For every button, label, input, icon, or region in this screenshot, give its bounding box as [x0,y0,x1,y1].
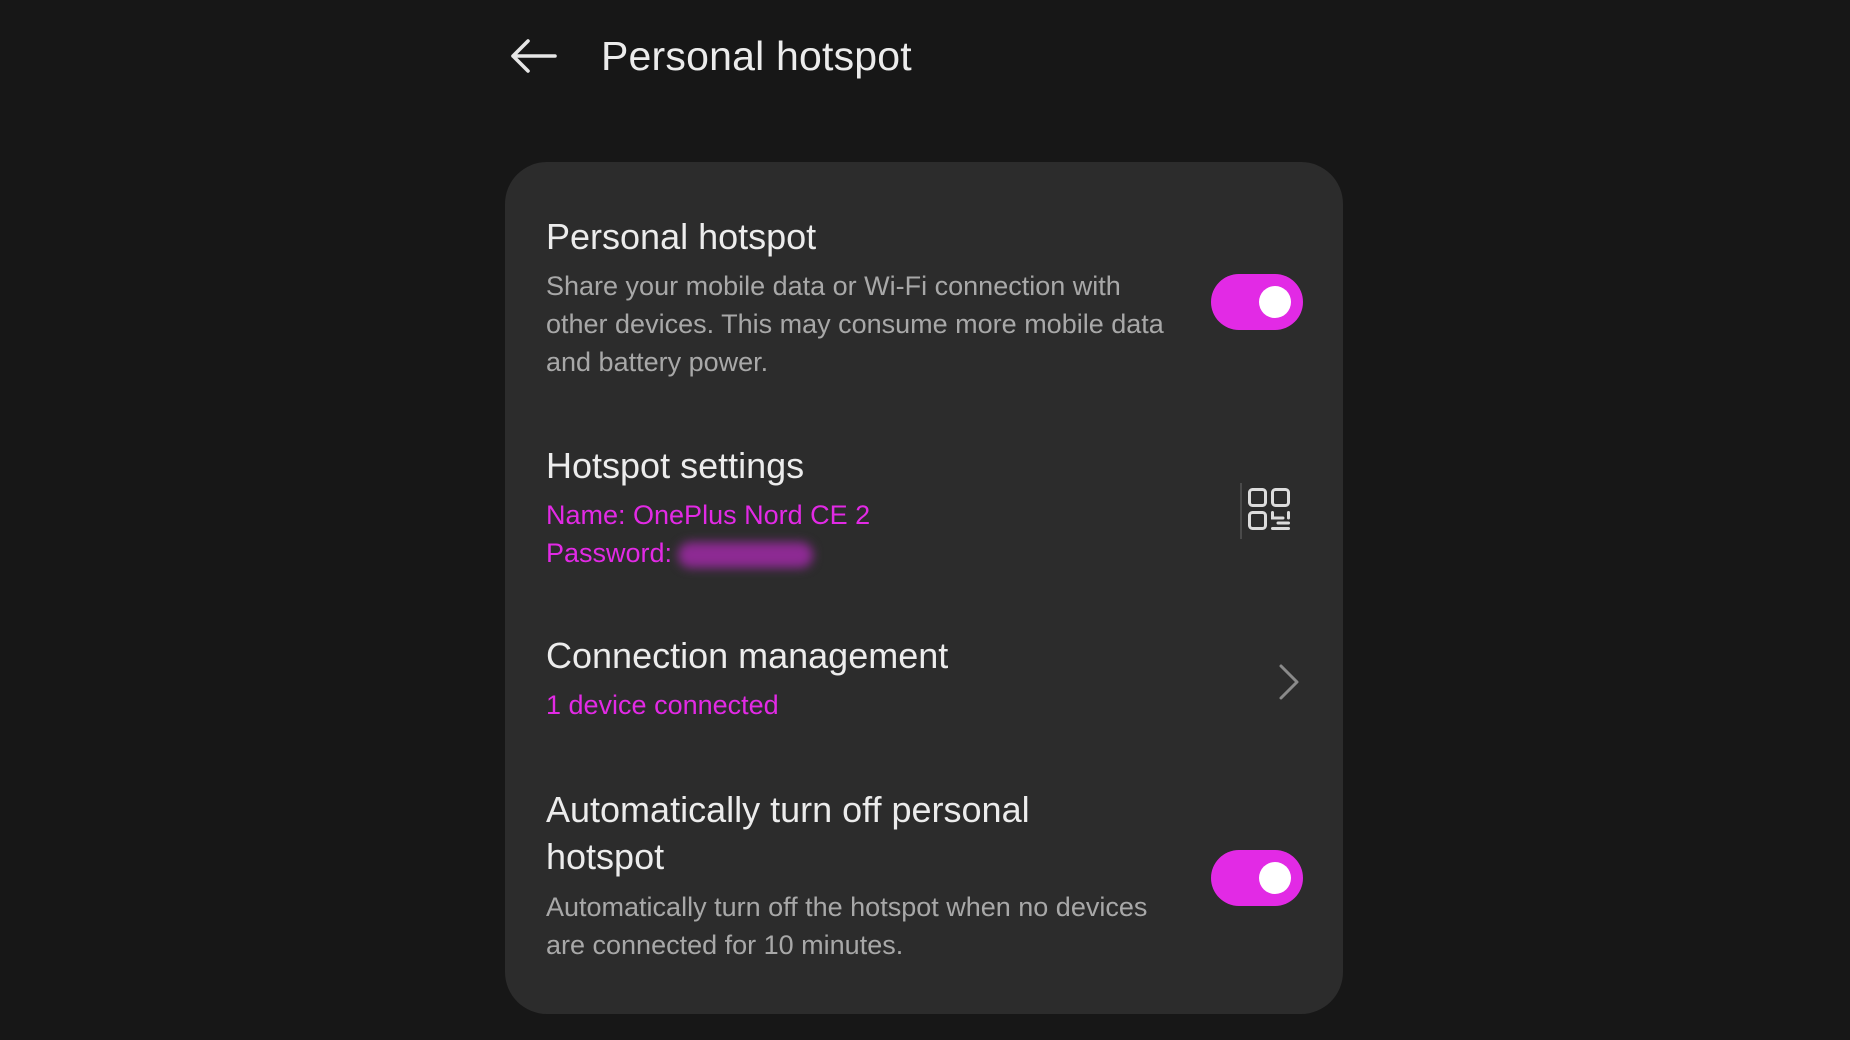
top-bar: Personal hotspot [505,20,912,92]
connection-status: 1 device connected [546,690,779,720]
back-button[interactable] [497,20,569,92]
settings-card: Personal hotspot Share your mobile data … [505,162,1343,1014]
qr-code-icon [1248,488,1290,530]
hotspot-password: Password: [546,534,1303,572]
hotspot-toggle-row[interactable]: Personal hotspot Share your mobile data … [546,215,1303,385]
auto-off-title: Automatically turn off personal hotspot [546,789,1030,877]
password-value-redacted [678,541,814,568]
password-label: Password: [546,538,673,568]
hotspot-name: Name: OnePlus Nord CE 2 [546,500,871,530]
toggle-knob [1259,862,1291,894]
connection-management-title: Connection management [546,635,949,676]
arrow-left-icon [511,39,557,73]
connection-management-row[interactable]: Connection management 1 device connected [546,634,1303,734]
screen: Personal hotspot Personal hotspot Share … [0,0,1850,1040]
hotspot-toggle[interactable] [1211,274,1303,330]
qr-code-button[interactable] [1239,479,1299,539]
page-title: Personal hotspot [601,32,912,79]
hotspot-settings-title: Hotspot settings [546,445,805,486]
chevron-right-icon [1269,657,1309,707]
auto-off-description: Automatically turn off the hotspot when … [546,892,1148,960]
hotspot-title: Personal hotspot [546,216,817,257]
hotspot-settings-row[interactable]: Hotspot settings Name: OnePlus Nord CE 2… [546,444,1303,584]
auto-off-toggle[interactable] [1211,850,1303,906]
auto-off-row[interactable]: Automatically turn off personal hotspot … [546,786,1303,966]
toggle-knob [1259,286,1291,318]
hotspot-description: Share your mobile data or Wi-Fi connecti… [546,271,1164,377]
